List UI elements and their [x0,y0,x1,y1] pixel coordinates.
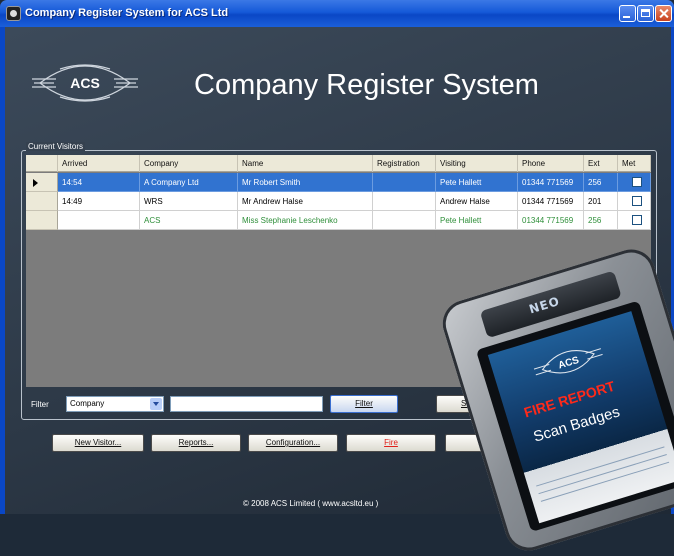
met-checkbox[interactable] [632,177,642,187]
column-header-arrived[interactable]: Arrived [58,155,140,172]
cell-visiting[interactable]: Pete Hallett [436,211,518,230]
table-row[interactable]: 14:49 WRS Mr Andrew Halse Andrew Halse 0… [26,192,651,211]
cell-name[interactable]: Mr Andrew Halse [238,192,373,211]
cell-registration[interactable] [373,192,436,211]
cell-ext[interactable]: 201 [584,192,618,211]
close-button[interactable] [655,5,672,22]
app-icon[interactable] [6,6,21,21]
row-selector[interactable] [26,173,58,192]
filter-button[interactable]: Filter [330,395,398,413]
column-header-ext[interactable]: Ext [584,155,618,172]
title-bar[interactable]: Company Register System for ACS Ltd [0,0,674,27]
new-visitor-button[interactable]: New Visitor... [52,434,144,452]
cell-phone[interactable]: 01344 771569 [518,211,584,230]
group-legend: Current Visitors [26,142,85,151]
filter-field-select[interactable]: Company [66,396,164,412]
filter-label: Filter [31,400,49,409]
column-header-met[interactable]: Met [618,155,651,172]
cell-arrived[interactable]: 14:49 [58,192,140,211]
cell-company[interactable]: ACS [140,211,238,230]
met-checkbox[interactable] [632,196,642,206]
cell-visiting[interactable]: Pete Hallett [436,173,518,192]
cell-arrived[interactable] [58,211,140,230]
window-title: Company Register System for ACS Ltd [25,7,229,19]
header-corner [26,155,58,172]
filter-text-input[interactable] [170,396,323,412]
column-header-visiting[interactable]: Visiting [436,155,518,172]
configuration-button[interactable]: Configuration... [248,434,338,452]
acs-logo: ACS [32,64,138,102]
cell-ext[interactable]: 256 [584,173,618,192]
cell-name[interactable]: Mr Robert Smith [238,173,373,192]
reports-button[interactable]: Reports... [151,434,241,452]
row-selector[interactable] [26,192,58,211]
column-header-company[interactable]: Company [140,155,238,172]
page-title: Company Register System [194,69,539,101]
table-row[interactable]: 14:54 A Company Ltd Mr Robert Smith Pete… [26,173,651,192]
cell-visiting[interactable]: Andrew Halse [436,192,518,211]
row-selector[interactable] [26,211,58,230]
cell-phone[interactable]: 01344 771569 [518,192,584,211]
copyright-footer: © 2008 ACS Limited ( www.acsltd.eu ) [243,499,379,508]
column-header-phone[interactable]: Phone [518,155,584,172]
cell-phone[interactable]: 01344 771569 [518,173,584,192]
cell-arrived[interactable]: 14:54 [58,173,140,192]
filter-field-value: Company [70,399,105,408]
grid-header: Arrived Company Name Registration Visiti… [26,155,651,172]
current-row-indicator-icon [33,179,38,187]
column-header-registration[interactable]: Registration [373,155,436,172]
logo-text: ACS [70,75,100,91]
cell-company[interactable]: WRS [140,192,238,211]
minimize-button[interactable] [619,5,636,22]
cell-ext[interactable]: 256 [584,211,618,230]
cell-registration[interactable] [373,173,436,192]
cell-registration[interactable] [373,211,436,230]
maximize-button[interactable] [637,5,654,22]
column-header-name[interactable]: Name [238,155,373,172]
cell-name[interactable]: Miss Stephanie Leschenko [238,211,373,230]
fire-button[interactable]: Fire [346,434,436,452]
met-checkbox[interactable] [632,215,642,225]
table-row[interactable]: ACS Miss Stephanie Leschenko Pete Hallet… [26,211,651,230]
cell-company[interactable]: A Company Ltd [140,173,238,192]
device-acs-logo: ACS [533,348,603,376]
chevron-down-icon[interactable] [150,398,162,410]
